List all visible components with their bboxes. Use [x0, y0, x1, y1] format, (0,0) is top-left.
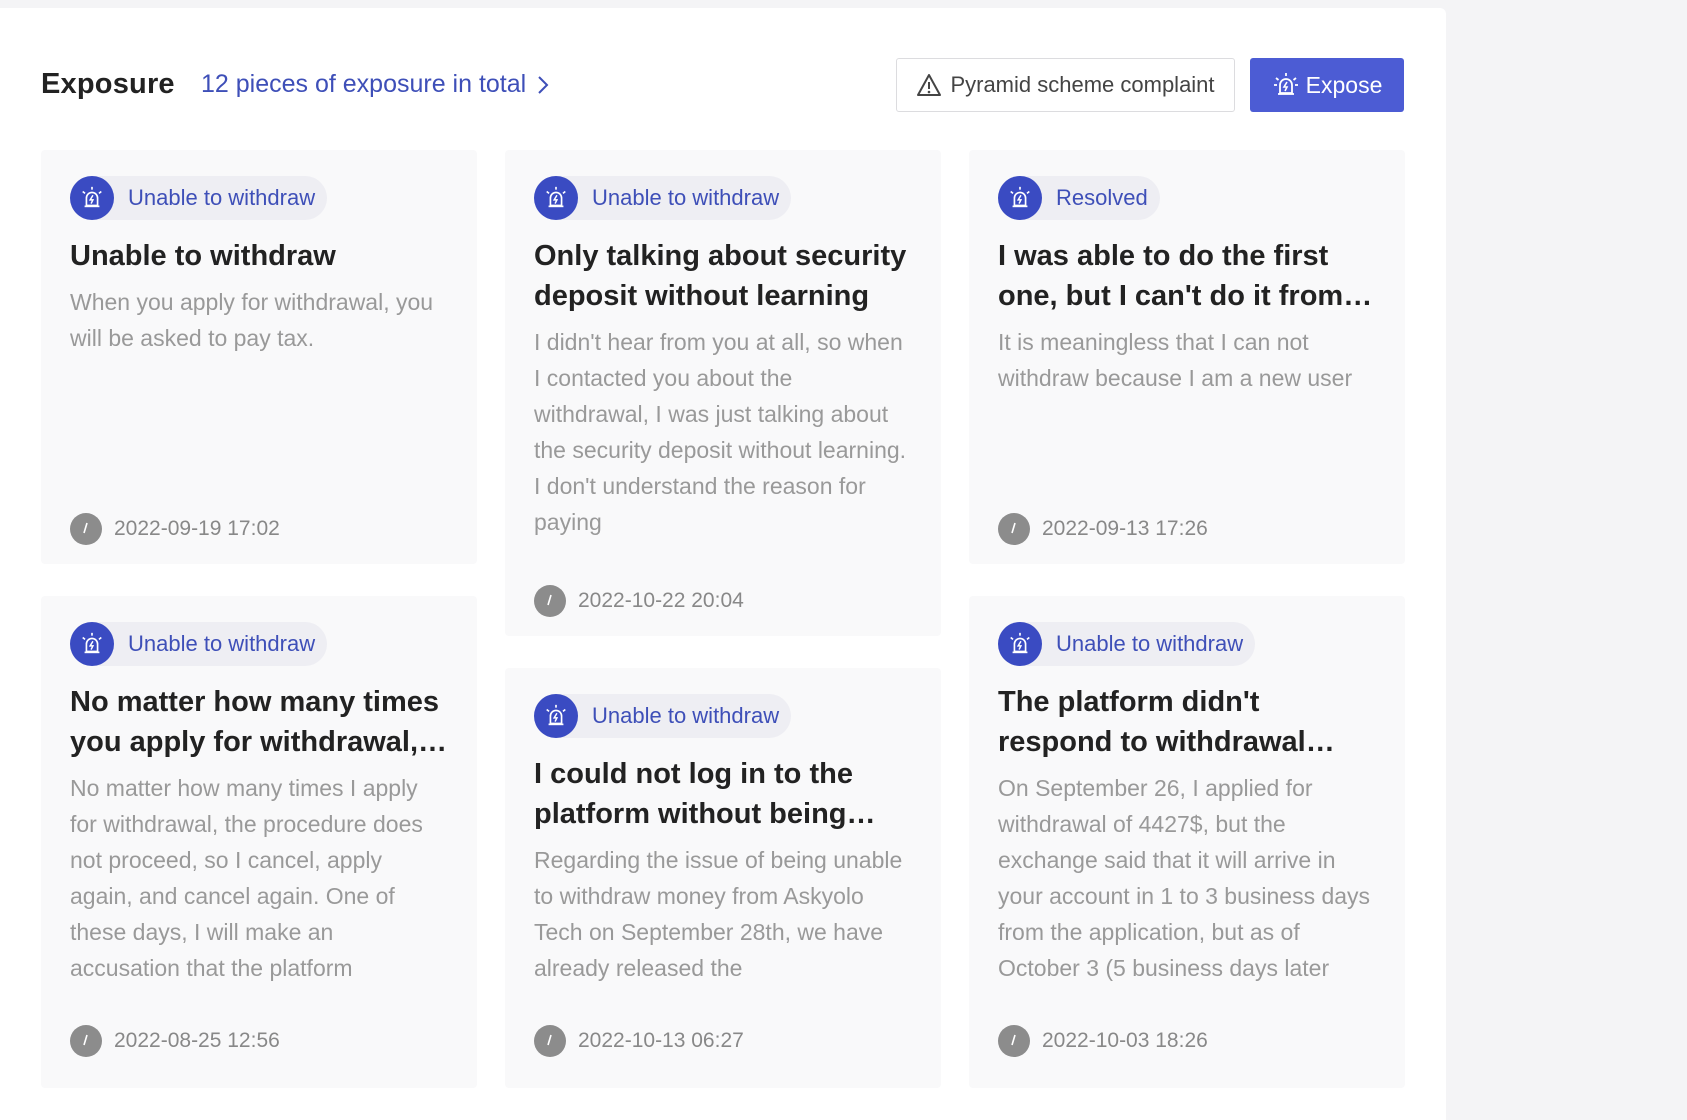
card-time-label: 2022-09-19 17:02 — [114, 517, 280, 540]
card-description: It is meaningless that I can not withdra… — [998, 329, 1353, 391]
card-description: On September 26, I applied for withdrawa… — [998, 775, 1371, 981]
warning-icon — [917, 74, 942, 96]
card-tag-label: Unable to withdraw — [1056, 631, 1244, 656]
clock-icon — [70, 513, 102, 545]
card-time-label: 2022-10-03 18:26 — [1042, 1029, 1208, 1052]
exposure-card[interactable]: Unable to withdraw The platform didn't r… — [969, 596, 1405, 1088]
card-timestamp: 2022-08-25 12:56 — [70, 1025, 280, 1057]
clock-icon — [534, 1025, 566, 1057]
alarm-icon — [534, 694, 578, 738]
total-exposure-label: 12 pieces of exposure in total — [201, 70, 527, 98]
card-description: I didn't hear from you at all, so when I… — [534, 329, 907, 535]
card-time-label: 2022-10-13 06:27 — [578, 1029, 744, 1052]
card-description: When you apply for withdrawal, you will … — [70, 289, 434, 351]
card-time-label: 2022-08-25 12:56 — [114, 1029, 280, 1052]
card-tag-label: Unable to withdraw — [128, 185, 316, 210]
card-timestamp: 2022-09-13 17:26 — [998, 513, 1208, 545]
card-tag: Unable to withdraw — [70, 176, 328, 220]
card-title: The platform didn't respond to withdrawa… — [998, 686, 1306, 758]
exposure-card[interactable]: Unable to withdraw Only talking about se… — [505, 150, 941, 636]
exposure-card[interactable]: Unable to withdraw Unable to withdraw Wh… — [41, 150, 477, 564]
exposure-header: Exposure 12 pieces of exposure in total … — [41, 58, 1404, 114]
pyramid-scheme-complaint-button[interactable]: Pyramid scheme complaint — [896, 58, 1235, 112]
clock-icon — [70, 1025, 102, 1057]
expose-button-label: Expose — [1305, 71, 1383, 98]
alarm-icon — [70, 622, 114, 666]
card-description: Regarding the issue of being unable to w… — [534, 847, 903, 981]
exposure-panel: Exposure 12 pieces of exposure in total … — [0, 8, 1446, 1120]
card-title: I could not log in to the platform witho… — [534, 758, 853, 830]
card-tag-label: Unable to withdraw — [592, 185, 780, 210]
complaint-button-label: Pyramid scheme complaint — [950, 72, 1215, 97]
card-timestamp: 2022-09-19 17:02 — [70, 513, 280, 545]
exposure-card[interactable]: Unable to withdraw I could not log in to… — [505, 668, 941, 1088]
card-tag: Unable to withdraw — [534, 176, 792, 220]
alarm-icon — [1273, 73, 1298, 95]
clock-icon — [534, 585, 566, 617]
expose-button[interactable]: Expose — [1250, 58, 1404, 112]
card-tag: Unable to withdraw — [998, 622, 1256, 666]
card-tag-label: Unable to withdraw — [592, 703, 780, 728]
clock-icon — [998, 1025, 1030, 1057]
total-exposure-link[interactable]: 12 pieces of exposure in total — [201, 70, 552, 99]
card-description: No matter how many times I apply for wit… — [70, 775, 423, 981]
alarm-icon — [70, 176, 114, 220]
card-time-label: 2022-10-22 20:04 — [578, 589, 744, 612]
card-tag: Resolved — [998, 176, 1160, 220]
alarm-icon — [534, 176, 578, 220]
alarm-icon — [998, 622, 1042, 666]
section-title: Exposure — [41, 68, 175, 100]
card-timestamp: 2022-10-13 06:27 — [534, 1025, 744, 1057]
card-title: I was able to do the first one, but I ca… — [998, 240, 1344, 312]
card-tag: Unable to withdraw — [534, 694, 792, 738]
clock-icon — [998, 513, 1030, 545]
exposure-card[interactable]: Unable to withdraw No matter how many ti… — [41, 596, 477, 1088]
card-title: Only talking about security deposit with… — [534, 240, 907, 312]
chevron-right-icon — [538, 75, 549, 94]
alarm-icon — [998, 176, 1042, 220]
card-time-label: 2022-09-13 17:26 — [1042, 517, 1208, 540]
card-timestamp: 2022-10-22 20:04 — [534, 585, 744, 617]
card-tag-label: Unable to withdraw — [128, 631, 316, 656]
card-title: Unable to withdraw — [70, 240, 336, 272]
card-title: No matter how many times you apply for w… — [70, 686, 444, 758]
card-tag: Unable to withdraw — [70, 622, 328, 666]
card-timestamp: 2022-10-03 18:26 — [998, 1025, 1208, 1057]
exposure-card[interactable]: Resolved I was able to do the first one,… — [969, 150, 1405, 564]
card-tag-label: Resolved — [1056, 185, 1148, 210]
